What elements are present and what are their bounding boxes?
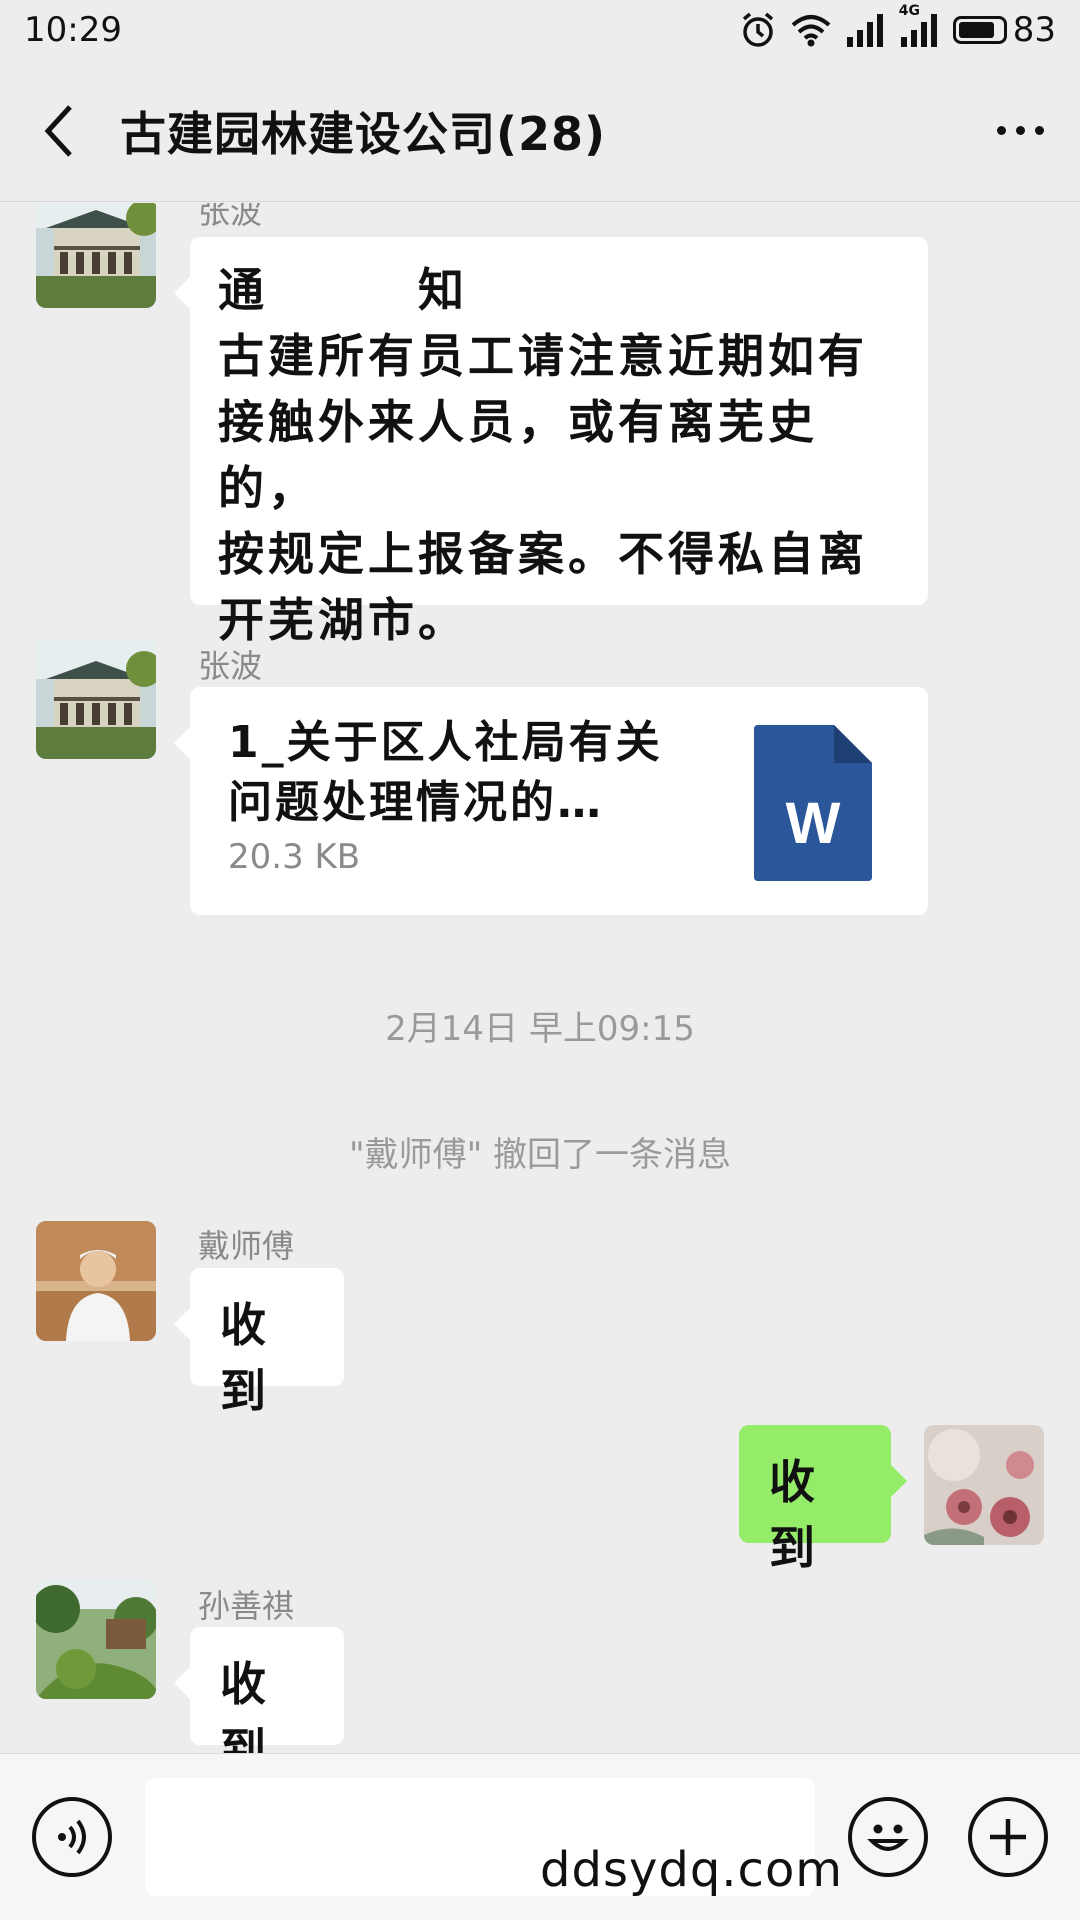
emoji-button[interactable]: [848, 1797, 928, 1877]
message-bubble-notice[interactable]: 通 知 古建所有员工请注意近期如有 接触外来人员，或有离芜史的， 按规定上报备案…: [174, 237, 928, 647]
battery-icon: [952, 16, 1007, 44]
timestamp-divider: 2月14日 早上09:15: [385, 1009, 695, 1049]
network-type-label: 4G: [898, 3, 920, 19]
message-text: 收到: [220, 1298, 270, 1418]
svg-text:W: W: [786, 791, 841, 856]
alarm-icon: [739, 11, 777, 49]
emoji-icon: [867, 1824, 909, 1851]
flower-avatar: [924, 1425, 1044, 1545]
chevron-left-icon: [44, 104, 72, 157]
avatar-daishifu[interactable]: [36, 1221, 156, 1341]
sender-name: 孙善祺: [198, 1587, 295, 1625]
battery-indicator: 83: [952, 10, 1056, 50]
voice-icon: [58, 1819, 86, 1855]
plus-icon: [990, 1819, 1026, 1855]
wifi-icon: [791, 13, 831, 47]
signal-icon: [845, 13, 885, 47]
building-avatar: [36, 639, 156, 759]
avatar-zhangbo[interactable]: [36, 639, 156, 759]
message-bubble[interactable]: 收到: [174, 1268, 344, 1418]
message-line: 古建所有员工请注意近期如有: [218, 329, 868, 383]
status-bar: 10:29 4G 83: [0, 0, 1080, 60]
more-dots-icon: [996, 126, 1006, 135]
my-message-bubble[interactable]: 收到: [739, 1425, 907, 1575]
message-line: 按规定上报备案。不得私自离: [218, 527, 868, 581]
recall-notice: "戴师傅" 撤回了一条消息: [348, 1135, 732, 1175]
message-bubble[interactable]: 收到: [174, 1627, 344, 1753]
building-avatar: [36, 203, 156, 308]
back-button[interactable]: [0, 60, 120, 201]
file-name: 1_关于区人社局有关 问题处理情况的…: [228, 717, 663, 828]
chat-header: 古建园林建设公司(28): [0, 60, 1080, 202]
group-title: 古建园林建设公司(28): [120, 106, 607, 161]
status-time: 10:29: [24, 10, 122, 50]
message-text: 收到: [769, 1455, 819, 1575]
status-icons: 4G 83: [739, 3, 1056, 50]
sender-name: 张波: [198, 647, 263, 685]
file-size: 20.3 KB: [228, 837, 361, 877]
watermark-text: ddsydq.com: [540, 1842, 844, 1898]
voice-button[interactable]: [32, 1797, 112, 1877]
avatar-self[interactable]: [924, 1425, 1044, 1545]
person-avatar: [36, 1221, 156, 1341]
sender-name: 张波: [198, 203, 263, 231]
avatar-sunshanqi[interactable]: [36, 1579, 156, 1699]
battery-percent: 83: [1012, 10, 1056, 50]
message-line: 接触外来人员，或有离芜史的，: [218, 395, 818, 515]
garden-avatar: [36, 1579, 156, 1699]
file-message-bubble[interactable]: 1_关于区人社局有关 问题处理情况的… 20.3 KB W: [174, 687, 928, 915]
message-list[interactable]: 张波 通 知 古建所有员工请注意近期如有 接触外来人员，或有离芜史的， 按规定上…: [0, 203, 1080, 1753]
message-text: 收到: [220, 1657, 270, 1753]
plus-button[interactable]: [968, 1797, 1048, 1877]
sender-name: 戴师傅: [198, 1227, 295, 1265]
more-button[interactable]: [960, 60, 1080, 201]
avatar-zhangbo[interactable]: [36, 203, 156, 308]
word-document-icon: W: [754, 725, 872, 881]
signal-4g-icon: 4G: [899, 3, 939, 47]
message-line: 开芜湖市。: [218, 593, 468, 647]
message-line: 通 知: [218, 263, 468, 317]
